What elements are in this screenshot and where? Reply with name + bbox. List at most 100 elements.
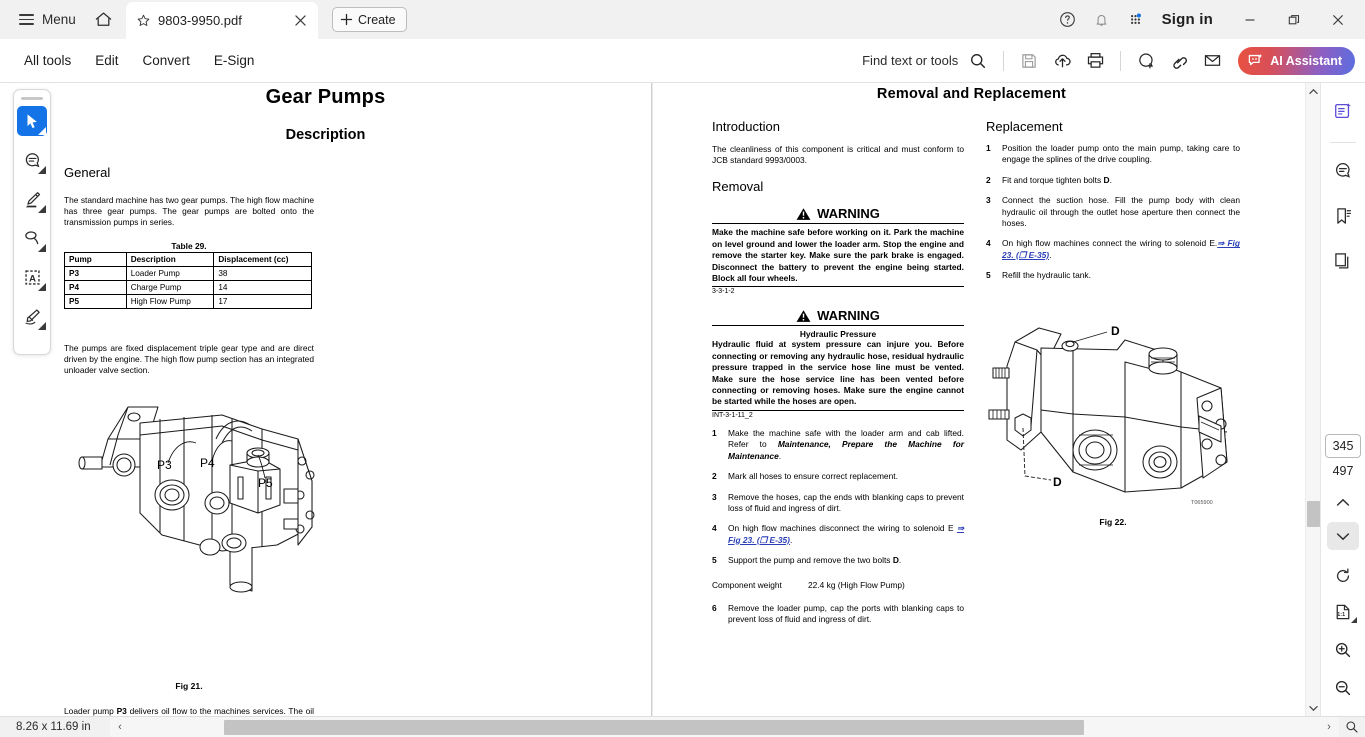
document-tab[interactable]: 9803-9950.pdf [126,2,318,39]
zoom-in-button[interactable] [1327,636,1359,664]
cell-pump: P3 [65,267,127,281]
ai-sparkle-icon [1247,52,1264,69]
tool-all-tools[interactable]: All tools [14,47,81,74]
step-number: 5 [986,270,1002,281]
step-item: 2Mark all hoses to ensure correct replac… [712,471,964,482]
add-comment-icon [1137,51,1156,70]
step-text: Make the machine safe with the loader ar… [728,428,964,462]
pdf-canvas[interactable]: Gear Pumps Description General The stand… [0,83,1301,716]
step-number: 4 [986,238,1002,261]
chevron-down-icon [38,166,46,174]
notifications-button[interactable] [1086,4,1118,36]
paragraph-pumps-fixed: The pumps are fixed displacement triple … [64,343,314,377]
ai-assistant-button[interactable]: AI Assistant [1238,47,1355,75]
restore-button[interactable] [1273,0,1315,39]
scroll-thumb[interactable] [1307,501,1320,527]
svg-text:A: A [29,273,36,284]
step-number: 3 [712,492,728,515]
previous-page-button[interactable] [1327,488,1359,516]
comments-panel-button[interactable] [1327,155,1359,187]
print-button[interactable] [1080,46,1110,76]
current-page-input[interactable]: 345 [1325,434,1361,458]
menu-button[interactable]: Menu [10,5,85,35]
step-text: Position the loader pump onto the main p… [1002,143,1240,166]
step-number: 2 [712,471,728,482]
rail-divider [1330,142,1356,143]
step-number: 5 [712,555,728,566]
add-comment-button[interactable] [1131,46,1161,76]
hscroll-thumb[interactable] [224,720,1084,735]
link-icon [1170,51,1189,70]
chevron-up-icon [1336,498,1350,507]
restore-window-icon [1288,14,1300,26]
hscroll-track[interactable] [130,717,1319,737]
comment-tool-button[interactable] [17,145,47,175]
warning-header: WARNING [712,308,964,325]
text-box-tool-button[interactable]: A [17,262,47,292]
eraser-tool-button[interactable] [17,301,47,331]
fit-page-button[interactable]: 1:1 [1327,598,1359,626]
create-button[interactable]: Create [332,7,407,32]
column-removal: Introduction The cleanliness of this com… [712,119,964,625]
tool-edit[interactable]: Edit [85,47,128,74]
scroll-down-arrow[interactable] [1306,700,1321,716]
step-text: Support the pump and remove the two bolt… [728,555,964,566]
save-button[interactable] [1014,46,1044,76]
upload-button[interactable] [1047,46,1077,76]
svg-text:1:1: 1:1 [1337,612,1345,618]
close-window-button[interactable] [1317,0,1359,39]
minimize-button[interactable] [1229,0,1271,39]
title-bar: Menu 9803-9950.pdf [0,0,1365,39]
tool-convert[interactable]: Convert [133,47,200,74]
highlight-tool-button[interactable] [17,184,47,214]
table-29-block: Table 29. Pump Description Displacement … [64,241,314,309]
step-item: 1Position the loader pump onto the main … [986,143,1240,166]
th-pump: Pump [65,253,127,267]
pdf-page-left: Gear Pumps Description General The stand… [0,83,651,716]
page-thumbnails-icon [1333,251,1353,271]
scroll-left-arrow[interactable]: ‹ [110,717,130,737]
bookmarks-panel-button[interactable] [1327,200,1359,232]
upload-cloud-icon [1053,51,1072,70]
rotate-button[interactable] [1327,562,1359,590]
help-circle-icon [1059,11,1076,28]
warning-body: Hydraulic fluid at system pressure can i… [712,339,964,409]
ai-assistant-panel-button[interactable] [1327,95,1359,127]
rail-drag-handle[interactable] [21,97,43,100]
plain-text: . [779,451,781,461]
help-button[interactable] [1052,4,1084,36]
zoom-out-button[interactable] [1327,674,1359,702]
zoom-out-icon [1334,679,1352,697]
step-text: Refill the hydraulic tank. [1002,270,1240,281]
home-button[interactable] [87,4,121,36]
email-icon [1203,51,1222,70]
star-outline-icon[interactable] [136,13,151,28]
replacement-steps-list: 1Position the loader pump onto the main … [986,143,1240,282]
select-tool-button[interactable] [17,106,47,136]
tool-esign[interactable]: E-Sign [204,47,265,74]
heading-removal: Removal [712,179,964,194]
sign-in-button[interactable]: Sign in [1154,11,1227,28]
cell-displacement: 14 [214,281,312,295]
warning-label: WARNING [817,206,880,221]
warning-code: INT-3-1-11_2 [712,411,964,419]
app-grid-icon [1127,11,1144,28]
freehand-draw-tool-button[interactable] [17,223,47,253]
vertical-scrollbar[interactable] [1305,83,1320,716]
page-thumbnails-button[interactable] [1327,245,1359,277]
plain-text: Fit and torque tighten bolts [1002,175,1104,185]
search-button[interactable] [963,46,993,76]
email-button[interactable] [1197,46,1227,76]
apps-button[interactable] [1120,4,1152,36]
next-page-button[interactable] [1327,522,1359,550]
tab-close-button[interactable] [290,11,310,31]
horizontal-scrollbar[interactable]: ‹ › [110,717,1339,737]
gear-pump-assembly-illustration: P3 P4 P5 [62,395,322,605]
bookmarks-panel-icon [1333,206,1353,226]
scroll-right-arrow[interactable]: › [1319,717,1339,737]
step-item: 3Remove the hoses, cap the ends with bla… [712,492,964,515]
pan-tool-button[interactable] [1339,717,1365,737]
link-button[interactable] [1164,46,1194,76]
hamburger-icon [19,14,34,25]
scroll-up-arrow[interactable] [1306,83,1321,99]
